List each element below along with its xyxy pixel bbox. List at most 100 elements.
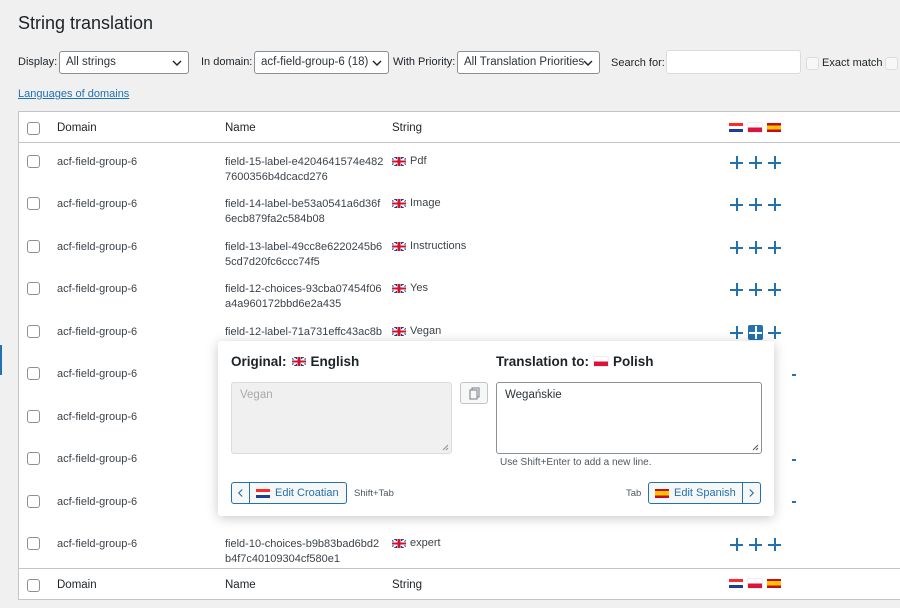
- add-translation-croatian-icon[interactable]: [729, 282, 744, 297]
- row-name: field-14-label-be53a0541a6d36f6ecb879fa2…: [225, 198, 381, 225]
- row-domain: acf-field-group-6: [57, 198, 138, 210]
- row-checkbox[interactable]: [27, 240, 40, 253]
- chevron-left-icon: [232, 483, 250, 503]
- original-heading: Original: English: [231, 354, 359, 369]
- languages-of-domains-link[interactable]: Languages of domains: [18, 88, 129, 100]
- row-checkbox[interactable]: [27, 155, 40, 168]
- footer-domain: Domain: [57, 579, 97, 591]
- display-select[interactable]: All strings: [59, 51, 189, 74]
- add-translation-polish-icon[interactable]: [748, 325, 763, 340]
- plus-icon-fragment: [792, 501, 796, 503]
- newline-hint: Use Shift+Enter to add a new line.: [500, 457, 652, 468]
- table-row: acf-field-group-6 field-12-choices-93cba…: [19, 274, 900, 316]
- extra-checkbox[interactable]: [885, 57, 898, 70]
- translation-actions: [729, 325, 782, 340]
- copy-icon: [469, 387, 480, 400]
- row-domain: acf-field-group-6: [57, 453, 138, 465]
- row-checkbox[interactable]: [27, 495, 40, 508]
- prev-shortcut: Shift+Tab: [354, 488, 394, 499]
- row-checkbox[interactable]: [27, 197, 40, 210]
- row-string: Vegan: [392, 325, 441, 337]
- page-title: String translation: [18, 13, 154, 33]
- resize-handle-icon[interactable]: [441, 443, 449, 451]
- row-string-text: Pdf: [410, 155, 427, 167]
- edit-croatian-button[interactable]: Edit Croatian: [231, 482, 347, 504]
- edit-spanish-button[interactable]: Edit Spanish: [648, 482, 761, 504]
- translation-actions: [729, 240, 782, 255]
- row-domain: acf-field-group-6: [57, 538, 138, 550]
- chevron-down-icon: [372, 60, 382, 66]
- resize-handle-icon[interactable]: [751, 443, 759, 451]
- priority-label: With Priority:: [393, 56, 456, 68]
- exact-match-label: Exact match: [822, 57, 883, 69]
- table-row: acf-field-group-6 field-10-choices-b9b83…: [19, 529, 900, 571]
- domain-select[interactable]: acf-field-group-6 (18): [254, 51, 389, 74]
- add-translation-croatian-icon[interactable]: [729, 325, 744, 340]
- flag-croatia-icon: [256, 488, 270, 498]
- add-translation-polish-icon[interactable]: [748, 240, 763, 255]
- domain-select-value: acf-field-group-6 (18): [261, 56, 369, 68]
- add-translation-croatian-icon[interactable]: [729, 155, 744, 170]
- translation-textarea[interactable]: Wegańskie: [496, 382, 762, 454]
- flag-uk-icon: [392, 241, 406, 251]
- exact-match-checkbox[interactable]: [806, 57, 819, 70]
- row-checkbox[interactable]: [27, 410, 40, 423]
- add-translation-polish-icon[interactable]: [748, 197, 763, 212]
- row-string: Yes: [392, 282, 428, 294]
- translation-actions: [729, 197, 782, 212]
- row-name: field-15-label-e4204641574e4827600356b4d…: [225, 156, 384, 183]
- add-translation-spanish-icon[interactable]: [767, 240, 782, 255]
- row-checkbox[interactable]: [27, 282, 40, 295]
- add-translation-croatian-icon[interactable]: [729, 537, 744, 552]
- add-translation-polish-icon[interactable]: [748, 537, 763, 552]
- row-checkbox[interactable]: [27, 367, 40, 380]
- flag-uk-icon: [392, 326, 406, 336]
- add-translation-polish-icon[interactable]: [748, 282, 763, 297]
- row-name: field-13-label-49cc8e6220245b65cd7d20fc6…: [225, 241, 383, 268]
- select-all-checkbox-footer[interactable]: [27, 579, 40, 592]
- translation-actions: [729, 155, 782, 170]
- display-label: Display:: [18, 56, 58, 68]
- row-domain: acf-field-group-6: [57, 368, 138, 380]
- chevron-down-icon: [172, 60, 182, 66]
- add-translation-spanish-icon[interactable]: [767, 282, 782, 297]
- original-language: English: [310, 354, 360, 369]
- row-checkbox[interactable]: [27, 452, 40, 465]
- row-string-text: Vegan: [410, 325, 442, 337]
- add-translation-spanish-icon[interactable]: [767, 155, 782, 170]
- add-translation-polish-icon[interactable]: [748, 155, 763, 170]
- domain-label: In domain:: [201, 56, 253, 68]
- flag-croatia-icon: [729, 579, 743, 588]
- add-translation-spanish-icon[interactable]: [767, 325, 782, 340]
- row-domain: acf-field-group-6: [57, 326, 138, 338]
- row-string: Instructions: [392, 240, 466, 252]
- flag-spain-icon: [767, 123, 781, 132]
- priority-select[interactable]: All Translation Priorities: [457, 51, 600, 74]
- flag-spain-icon: [767, 579, 781, 588]
- table-footer: Domain Name String: [19, 568, 900, 599]
- row-checkbox[interactable]: [27, 325, 40, 338]
- search-label: Search for:: [611, 57, 665, 69]
- search-input[interactable]: [666, 50, 801, 74]
- chevron-right-icon: [742, 483, 760, 503]
- add-translation-spanish-icon[interactable]: [767, 537, 782, 552]
- flag-poland-icon: [594, 357, 609, 366]
- select-all-checkbox[interactable]: [27, 122, 40, 135]
- flag-uk-icon: [392, 538, 406, 548]
- footer-language-flags: [729, 579, 781, 588]
- add-translation-croatian-icon[interactable]: [729, 240, 744, 255]
- header-string: String: [392, 122, 423, 134]
- original-textarea: Vegan: [231, 382, 452, 454]
- row-name: field-10-choices-b9b83bad6bd2b4f7c401093…: [225, 538, 380, 565]
- display-select-value: All strings: [66, 56, 116, 68]
- row-checkbox[interactable]: [27, 537, 40, 550]
- add-translation-croatian-icon[interactable]: [729, 197, 744, 212]
- table-row: acf-field-group-6 field-15-label-e420464…: [19, 147, 900, 189]
- translation-editor: Original: English Translation to: Polish…: [218, 341, 774, 516]
- original-label: Original:: [231, 354, 287, 369]
- priority-select-value: All Translation Priorities: [464, 56, 585, 68]
- scroll-marker: [0, 345, 2, 375]
- copy-original-button[interactable]: [460, 382, 488, 404]
- add-translation-spanish-icon[interactable]: [767, 197, 782, 212]
- row-domain: acf-field-group-6: [57, 156, 138, 168]
